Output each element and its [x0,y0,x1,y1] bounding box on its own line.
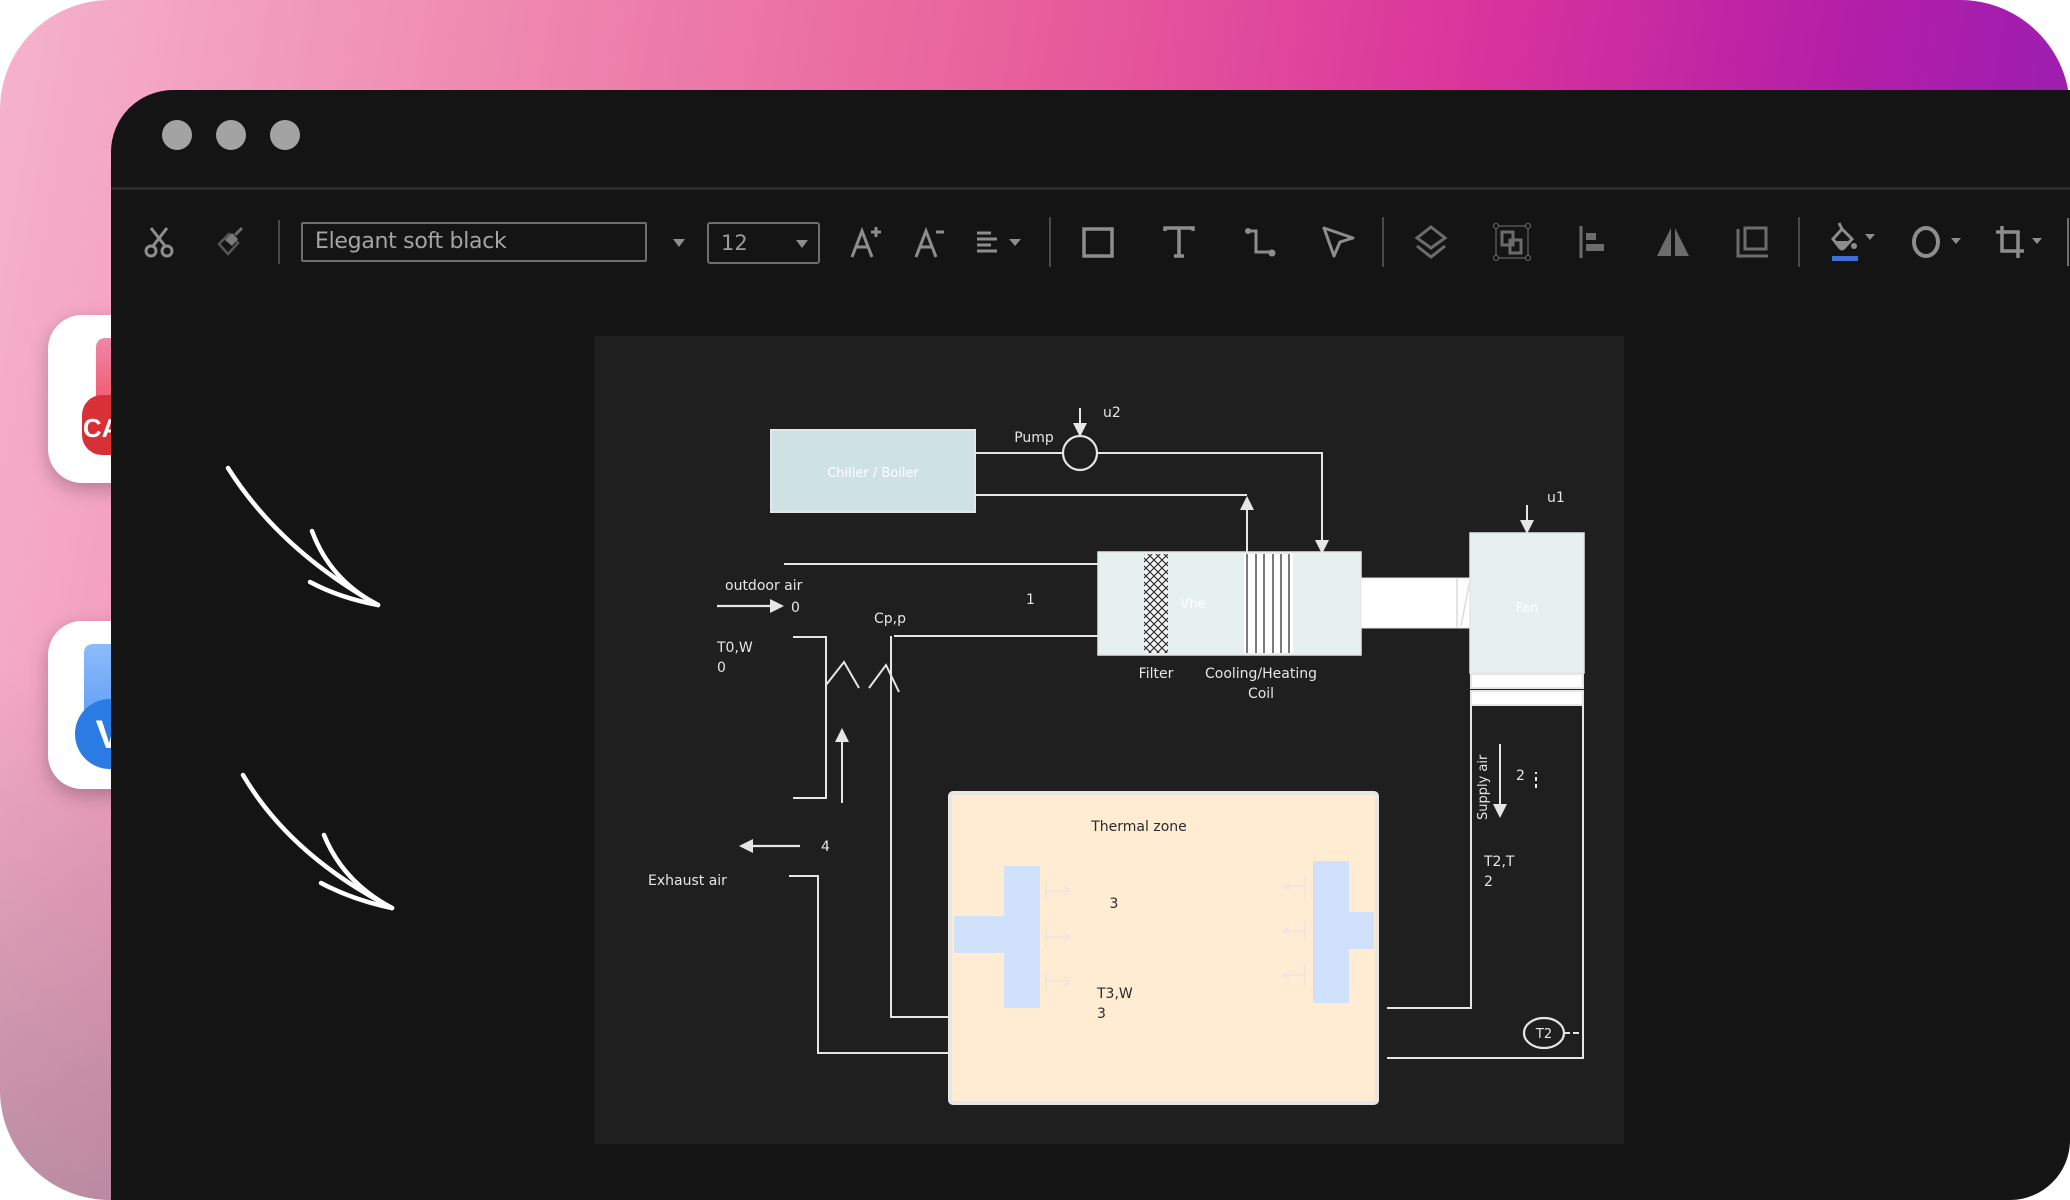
diagram-canvas[interactable]: Chiller / Boiler Pump u2 outdoor air 0 C… [594,336,1624,1144]
connector-icon[interactable] [1242,224,1278,260]
fan-label: Fan [1516,601,1539,616]
text-icon[interactable] [1161,224,1197,260]
align-icon[interactable] [975,224,1027,260]
cpp-label: Cp,p [874,611,906,627]
u1-label: u1 [1547,490,1565,506]
toolbar-separator [1798,217,1800,267]
thermal-zone[interactable]: Thermal zone 3 T3,W 3 [948,791,1379,1105]
vhe-label: Vhe [1180,597,1205,612]
node-1-label: 1 [1026,592,1035,608]
t3w-subscript: 3 [1097,1006,1106,1022]
chiller-boiler-block[interactable]: Chiller / Boiler [770,429,976,513]
cooling-heating-coil [1244,554,1293,653]
app-window: Elegant soft black 12 Chiller / Boiler P… [111,90,2070,1200]
coil-label-line1: Cooling/Heating [1205,666,1317,682]
font-size-caret-icon[interactable] [796,240,808,248]
chiller-label: Chiller / Boiler [827,466,919,481]
node-2-label: 2 [1516,768,1525,784]
group-icon[interactable] [1492,223,1532,261]
connecting-duct [1360,577,1471,629]
water-supply-pipe [975,452,1329,554]
u2-label: u2 [1103,405,1121,421]
toolbar-separator [1049,217,1051,267]
outdoor-air-label: outdoor air [725,578,803,594]
window-minimize-button[interactable] [216,120,246,150]
t3w-label: T3,W [1096,986,1133,1002]
t2-sensor-label: T2 [1535,1027,1552,1042]
exhaust-air-label: Exhaust air [648,873,727,889]
crop-icon[interactable] [1994,224,2048,260]
toolbar-separator [2067,218,2069,266]
t2t-label: T2,T [1483,854,1515,870]
increase-font-icon[interactable] [849,224,885,260]
coil-label-line2: Coil [1248,686,1274,702]
window-close-button[interactable] [162,120,192,150]
node-0-label: 0 [791,600,800,616]
thermal-zone-label: Thermal zone [1090,819,1187,835]
decrease-font-icon[interactable] [913,224,949,260]
align-left-icon[interactable] [1575,224,1611,260]
flip-icon[interactable] [1654,224,1692,260]
exhaust-duct [789,875,956,1054]
curved-arrow-visio [240,772,395,911]
hvac-diagram: Chiller / Boiler Pump u2 outdoor air 0 C… [648,405,1585,1105]
t2t-subscript: 2 [1484,874,1493,890]
filter-element [1144,554,1168,653]
node-4-label: 4 [821,839,830,855]
rectangle-icon[interactable] [1080,224,1116,260]
scissors-icon[interactable] [143,224,175,260]
toolbar-separator [1382,217,1384,267]
toolbar-separator [278,220,280,264]
curved-arrow-cad [225,465,381,608]
air-handling-unit[interactable]: Vhe [1097,551,1362,656]
t2-sensor[interactable]: T2 [1522,1016,1583,1050]
t0w-subscript: 0 [717,660,726,676]
filter-label: Filter [1139,666,1174,682]
pointer-icon[interactable] [1320,224,1356,260]
zone-node-label: 3 [1110,896,1119,912]
titlebar-divider [111,187,2070,190]
supply-air-label: Supply air [1476,754,1491,820]
pump-label: Pump [1014,430,1054,446]
pump-symbol[interactable] [1061,434,1099,472]
fan-block[interactable]: Fan [1469,532,1585,706]
font-name-input[interactable]: Elegant soft black [301,222,647,262]
window-maximize-button[interactable] [270,120,300,150]
fill-color-icon[interactable] [1827,222,1879,261]
shape-style-icon[interactable] [1911,224,1965,260]
frame-icon[interactable] [1735,224,1771,260]
font-size-value: 12 [721,231,748,255]
t0w-label: T0,W [716,640,753,656]
layers-icon[interactable] [1411,224,1451,260]
format-painter-icon[interactable] [215,224,247,260]
font-dropdown-caret-icon[interactable] [673,239,685,247]
